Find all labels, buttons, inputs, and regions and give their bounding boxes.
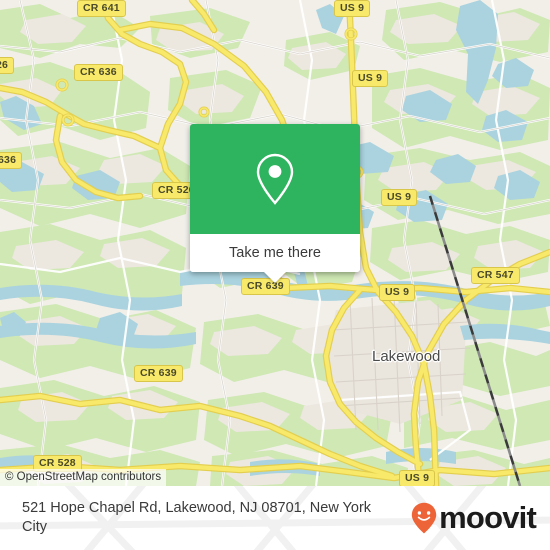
map-screenshot: CR 641 US 9 CR 636 US 9 26 636 CR 526 US… (0, 0, 550, 550)
road-shield: CR 636 (74, 64, 123, 81)
road-shield: US 9 (379, 284, 416, 301)
road-shield: US 9 (381, 189, 418, 206)
map-canvas[interactable]: CR 641 US 9 CR 636 US 9 26 636 CR 526 US… (0, 0, 550, 486)
moovit-wordmark: moovit (439, 500, 537, 535)
road-shield: CR 641 (77, 0, 126, 17)
road-shield: 26 (0, 57, 15, 74)
road-shield: US 9 (352, 70, 389, 87)
location-popup-card[interactable]: Take me there (190, 124, 360, 283)
place-label-lakewood: Lakewood (372, 348, 441, 365)
road-shield: 636 (0, 152, 23, 169)
road-shield: CR 547 (471, 267, 520, 284)
moovit-logo[interactable]: moovit (411, 500, 537, 535)
take-me-there-button[interactable]: Take me there (190, 234, 360, 272)
road-shield: CR 639 (134, 365, 183, 382)
popup-pointer (264, 272, 286, 283)
map-pin-icon (256, 153, 294, 205)
map-attribution[interactable]: © OpenStreetMap contributors (0, 469, 167, 486)
location-address: 521 Hope Chapel Rd, Lakewood, NJ 08701, … (22, 500, 372, 535)
road-shield: US 9 (334, 0, 371, 17)
footer-bar: 521 Hope Chapel Rd, Lakewood, NJ 08701, … (0, 486, 550, 550)
popup-header (190, 124, 360, 234)
moovit-pin-icon (411, 502, 437, 534)
road-shield: US 9 (399, 470, 436, 486)
